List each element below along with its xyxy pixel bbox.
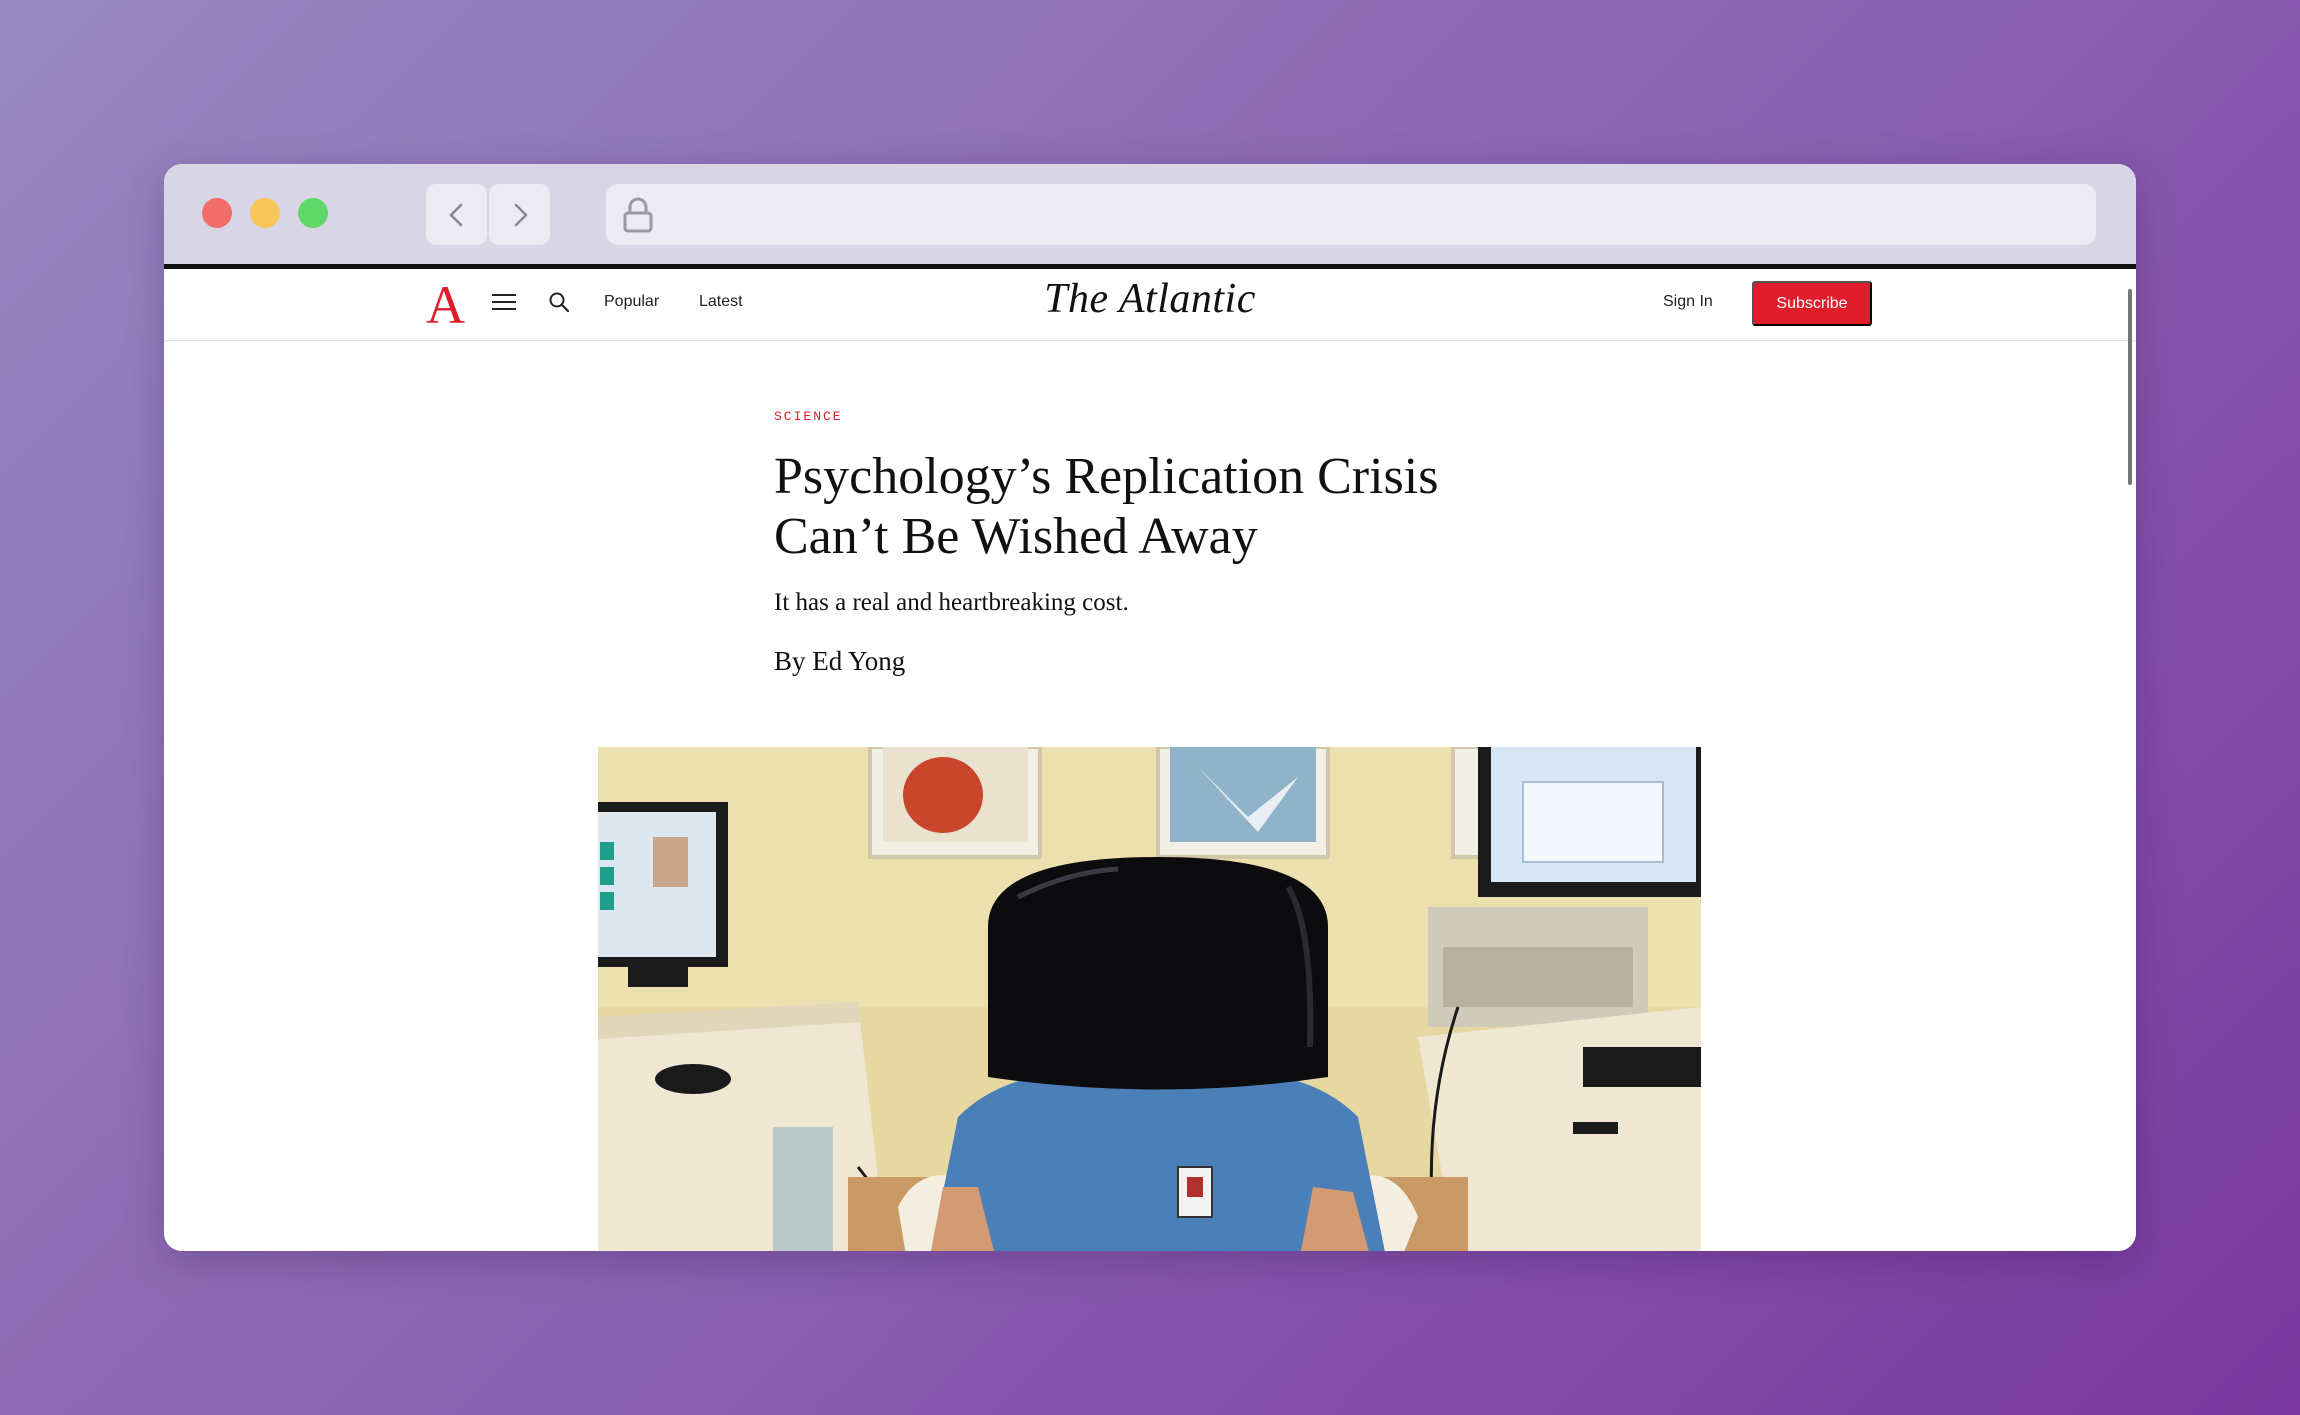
article-dek: It has a real and heartbreaking cost. <box>774 589 1129 616</box>
subscribe-button[interactable]: Subscribe <box>1752 281 1872 326</box>
chevron-right-icon <box>514 203 527 226</box>
section-label[interactable]: SCIENCE <box>774 409 843 424</box>
article-headline: Psychology’s Replication Crisis Can’t Be… <box>774 448 1439 565</box>
address-bar[interactable] <box>606 184 2096 245</box>
browser-toolbar <box>164 164 2136 264</box>
maximize-window-button[interactable] <box>298 198 328 228</box>
page-viewport: A Popular Latest The Atlantic Sign In Su… <box>164 264 2136 1251</box>
forward-button[interactable] <box>489 184 550 245</box>
site-header: A Popular Latest The Atlantic Sign In Su… <box>164 269 2136 341</box>
article-hero-image <box>598 747 1701 1251</box>
page-scrollbar[interactable] <box>2128 289 2132 485</box>
lock-icon <box>623 197 653 233</box>
minimize-window-button[interactable] <box>250 198 280 228</box>
hero-photo <box>598 747 1701 1251</box>
article-byline[interactable]: By Ed Yong <box>774 646 905 677</box>
chevron-left-icon <box>449 203 462 226</box>
browser-window: A Popular Latest The Atlantic Sign In Su… <box>164 164 2136 1251</box>
sign-in-link[interactable]: Sign In <box>1663 293 1713 311</box>
close-window-button[interactable] <box>202 198 232 228</box>
back-button[interactable] <box>426 184 487 245</box>
